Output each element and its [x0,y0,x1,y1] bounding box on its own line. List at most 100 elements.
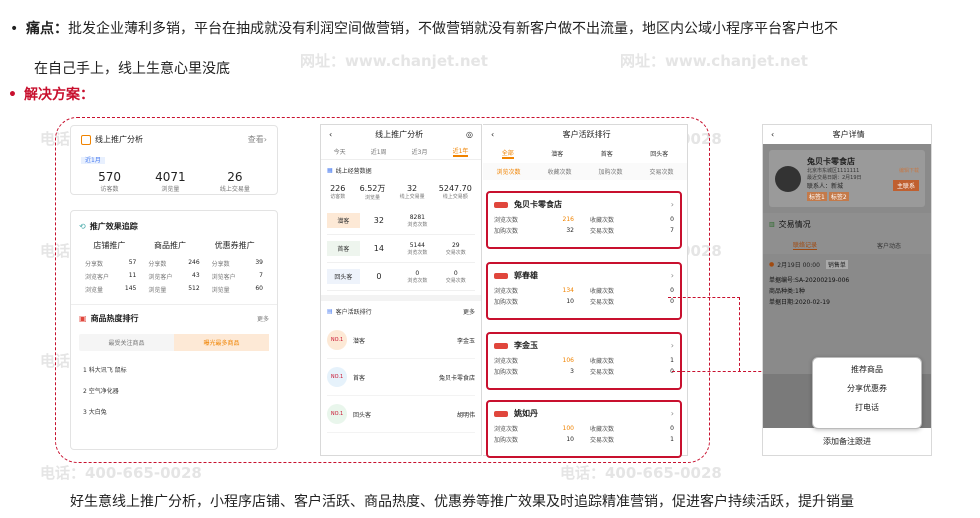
customer-name: 姚如丹 [514,409,538,418]
rank-title: 商品热度排行 [90,314,139,323]
cell-value: 7 [259,272,263,279]
metric-label: 加购次数 [494,228,519,235]
metric-label: 交易次数 [590,299,615,306]
trade-label: 交易次数 [445,249,466,256]
effect-cell: 分享数 57 [79,259,142,268]
tab-most-followed[interactable]: 最受关注商品 [79,334,174,351]
effect-cols: 店铺推广 商品推广 优惠券推广 [71,238,277,253]
edit-link[interactable]: 编辑下载 [893,167,919,174]
group-row[interactable]: 回头客 0 0 浏览次数 0 交易次数 [327,263,475,291]
effect-cell: 浏览量 145 [79,285,142,294]
effect-cell: 分享数 246 [142,259,205,268]
stat-label: 线上交易量 [399,194,425,200]
sort-fav[interactable]: 收藏次数 [547,167,571,176]
effect-cell: 浏览客户 7 [206,272,269,281]
tab-first[interactable]: 首客 [601,149,613,158]
cell-value: 43 [192,272,200,279]
metric-label: 收藏次数 [590,426,615,433]
customer-card[interactable]: 兔贝卡零食店 › 浏览次数 216 收藏次数 0 加购次数 32 交易次数 7 [486,191,682,249]
effect-cell: 浏览量 512 [142,285,205,294]
screen-title: 线上推广分析 [375,130,424,139]
stats-row: 570 访客数 4071 浏览量 26 线上交易量 [71,168,277,195]
recommend-goods-item[interactable]: 推荐商品 [813,358,921,379]
sort-trade[interactable]: 交易次数 [649,167,673,176]
back-icon[interactable]: ‹ [329,130,332,139]
data-icon: ▦ [327,167,333,174]
trade-label: 交易次数 [445,277,466,284]
group-row[interactable]: 潜客 32 8281 浏览次数 [327,207,475,235]
tab-return[interactable]: 回头客 [650,149,668,158]
stat-value: 4071 [155,170,186,184]
rank-item[interactable]: 3 大白兔 [83,401,265,422]
stat-value: 570 [98,170,121,184]
rank-row[interactable]: NO.1 潜客 李金玉 [327,322,475,359]
promo-analysis-screen: ‹ 线上推广分析 ◎ 今天 近1周 近3月 近1年 ▦ 线上经营数据 226 访客数… [320,124,482,456]
cell-label: 分享数 [211,261,230,268]
effect-row: 浏览量 145 浏览量 512 浏览量 60 [79,283,269,296]
connector-line [668,297,740,298]
chevron-right-icon: › [670,271,674,280]
col-header: 商品推广 [153,241,186,250]
trade-value: 0 [453,269,458,277]
back-icon[interactable]: ‹ [491,130,494,139]
sort-browse[interactable]: 浏览次数 [496,167,520,176]
tab-most-exposed[interactable]: 曝光最多商品 [174,334,269,351]
metric-value: 100 [562,425,574,432]
customer-card[interactable]: 姚如丹 › 浏览次数 100 收藏次数 0 加购次数 10 交易次数 1 [486,400,682,458]
tab-week[interactable]: 近1周 [371,147,387,156]
col-header: 店铺推广 [93,241,126,250]
record-date: 2月19日 00:00 [777,262,820,269]
tab-prospect[interactable]: 潜客 [551,149,563,158]
cell-label: 分享数 [148,261,167,268]
metric-value: 0 [670,216,674,223]
metric-label: 浏览次数 [494,426,519,433]
tab-activity[interactable]: 客户动态 [877,241,901,250]
tab-year[interactable]: 近1年 [452,146,469,157]
stat-value: 6.52万 [359,184,386,193]
customer-card[interactable]: 郭春雄 › 浏览次数 134 收藏次数 0 加购次数 10 交易次数 0 [486,262,682,320]
sort-bar: 浏览次数 收藏次数 加购次数 交易次数 [483,163,687,180]
period-badge[interactable]: 近1月 [81,157,105,164]
share-coupon-item[interactable]: 分享优惠券 [813,379,921,398]
cell-label: 浏览量 [148,287,167,294]
metric-value: 10 [566,298,574,305]
tab-all[interactable]: 全部 [501,148,514,159]
target-icon[interactable]: ◎ [466,130,473,139]
biz-title: 线上经营数据 [335,168,372,175]
tab-records[interactable]: 联络记录 [792,240,817,250]
chevron-right-icon: › [263,135,267,144]
primary-button[interactable]: 主联系 [892,179,919,191]
trade-title: 交易情况 [778,220,811,229]
customer-groups: 潜客 32 8281 浏览次数 首客 14 5144 浏览次数 29 交易次数 回头客 0 0 浏览次数 0… [321,203,481,295]
rank-item[interactable]: 1 科大讯飞 鼠标 [83,359,265,380]
rank-name: 李金玉 [456,337,475,345]
tab-3months[interactable]: 近3月 [412,147,428,156]
metric-label: 交易次数 [590,228,615,235]
metric-label: 浏览次数 [494,358,519,365]
view-link[interactable]: 查看 [248,134,264,145]
rank-type: 回头客 [353,411,372,419]
call-item[interactable]: 打电话 [813,398,921,417]
rank-item[interactable]: 2 空气净化器 [83,380,265,401]
group-row[interactable]: 首客 14 5144 浏览次数 29 交易次数 [327,235,475,263]
more-link[interactable]: 更多 [257,314,269,323]
watermark: 网址：www.chanjet.net [300,52,488,70]
customer-card[interactable]: 李金玉 › 浏览次数 106 收藏次数 1 加购次数 3 交易次数 0 [486,332,682,390]
rank-row[interactable]: NO.1 回头客 胡明伟 [327,396,475,433]
back-icon[interactable]: ‹ [771,130,774,139]
rank-row[interactable]: NO.1 首客 兔贝卡零食店 [327,359,475,396]
metric-value: 0 [670,425,674,432]
metric-value: 0 [670,298,674,305]
sort-cart[interactable]: 加购次数 [598,167,622,176]
record-panel: ● 2月19日 00:00 销售单 单据编号:SA-20200219-006 商品种… [763,254,931,374]
more-link[interactable]: 更多 [463,307,475,316]
add-note-button[interactable]: 添加备注跟进 [763,428,931,455]
group-trade: 29 交易次数 [437,242,475,256]
stat-label: 访客数 [330,194,346,200]
watermark: 电话：400-665-0028 [560,464,722,482]
metric-label: 交易次数 [590,369,615,376]
last-trade-date: 最近交易日期：2月19日 [807,175,862,181]
cell-value: 246 [188,259,200,266]
tab-today[interactable]: 今天 [334,147,346,156]
clock-icon: ● [769,261,775,268]
